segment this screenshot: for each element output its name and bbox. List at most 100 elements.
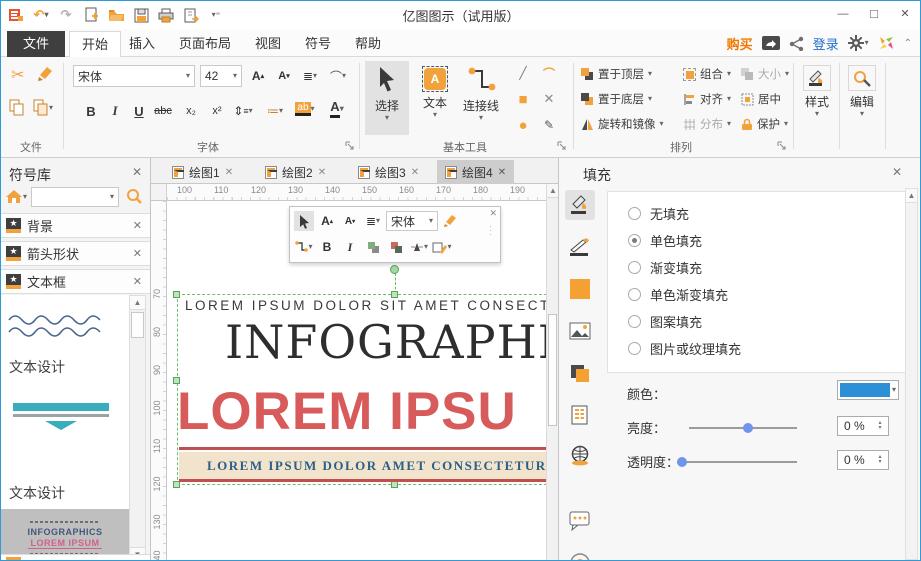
select-tool-button[interactable]: 选择 ▾ [365, 61, 409, 135]
transparency-slider-thumb[interactable] [677, 457, 687, 467]
art-subtitle-text[interactable]: LOREM IPSUM DOLOR SIT AMET CONSECTETU [185, 298, 546, 313]
radio-icon[interactable] [628, 207, 641, 220]
library-item-label[interactable]: 文本设计 [9, 483, 65, 503]
help-question-icon[interactable]: ? [565, 548, 595, 560]
rotate-mirror-button[interactable]: 旋转和镜像 ▾ [581, 115, 664, 133]
export-icon[interactable] [182, 6, 200, 24]
font-color-icon[interactable]: A ▾ [327, 99, 347, 119]
radio-icon-selected[interactable] [628, 234, 641, 247]
bring-to-front-button[interactable]: 置于顶层 ▾ [581, 65, 652, 83]
freeform-pen-icon[interactable]: ✎ [539, 115, 559, 135]
mini-align-icon[interactable]: ≣ ▾ [363, 211, 383, 231]
cut-icon[interactable]: ✂ [11, 65, 24, 85]
section-text-box[interactable]: ★ 文本框 ✕ [1, 269, 150, 294]
color-swatch-dropdown[interactable]: ▾ [837, 380, 899, 400]
style-button[interactable]: 样式 ▾ [797, 61, 837, 135]
mini-format-painter-icon[interactable] [441, 211, 461, 231]
ellipse-shape-icon[interactable]: ● [513, 115, 533, 135]
crossing-lines-icon[interactable]: ✕ [539, 89, 559, 109]
decrease-font-icon[interactable]: A ▾ [274, 66, 294, 86]
shape-copy-icon[interactable] [565, 358, 595, 388]
maximize-button[interactable]: □ [859, 1, 889, 27]
line-style-icon[interactable] [565, 232, 595, 262]
tab-close-icon[interactable]: ✕ [498, 167, 506, 178]
redo-icon[interactable]: ↷ [57, 6, 75, 24]
section-arrow-shapes[interactable]: ★ 箭头形状 ✕ [1, 241, 150, 266]
distribute-button[interactable]: 分布 ▾ [683, 115, 731, 133]
radio-icon[interactable] [628, 342, 641, 355]
highlight-color-icon[interactable]: ab ▾ [295, 99, 315, 119]
font-size-select[interactable]: 42 ▾ [200, 65, 242, 87]
share-icon[interactable] [789, 36, 804, 51]
tab-close-icon[interactable]: ✕ [411, 167, 419, 178]
arc-shape-icon[interactable]: ⌒ [539, 63, 559, 83]
qat-customize-icon[interactable]: ▾ ⁼ [207, 6, 225, 24]
line-shape-icon[interactable]: ╱ [513, 63, 533, 83]
mini-increase-font-icon[interactable]: A ▴ [317, 211, 337, 231]
rectangle-shape-icon[interactable]: ■ [513, 89, 533, 109]
brightness-slider[interactable] [689, 423, 797, 433]
mini-rotate-icon[interactable]: ▾ [409, 237, 429, 257]
radio-icon[interactable] [628, 261, 641, 274]
tab-drawing1[interactable]: 绘图1 ✕ [164, 160, 241, 184]
library-item-wavy-thumbnail[interactable] [7, 313, 111, 339]
tab-help[interactable]: 帮助 [343, 31, 393, 57]
size-button[interactable]: 大小 ▾ [741, 65, 789, 83]
mini-shape-style-icon[interactable]: ▾ [432, 237, 452, 257]
spinner-icon[interactable]: ▴ ▾ [874, 417, 886, 435]
mini-drag-dots[interactable]: ··· [486, 225, 496, 237]
art-beige-band[interactable]: LOREM IPSUM DOLOR AMET CONSECTETUR ADIPI [179, 452, 546, 482]
fill-option-pattern[interactable]: 图案填充 [628, 312, 702, 331]
font-name-select[interactable]: 宋体 ▾ [73, 65, 195, 87]
bold-icon[interactable]: B [81, 101, 101, 121]
increase-font-icon[interactable]: A ▴ [248, 66, 268, 86]
italic-icon[interactable]: I [105, 101, 125, 121]
mini-bold-icon[interactable]: B [317, 237, 337, 257]
scroll-up-icon[interactable]: ▲ [906, 189, 917, 203]
save-icon[interactable] [132, 6, 150, 24]
paste-icon[interactable]: ▾ [33, 99, 53, 116]
transparency-value-box[interactable]: 0 % ▴ ▾ [837, 450, 889, 470]
fill-option-single-gradient[interactable]: 单色渐变填充 [628, 285, 728, 304]
tab-drawing3[interactable]: 绘图3 ✕ [350, 160, 427, 184]
mini-bring-front-icon[interactable] [363, 237, 383, 257]
tab-drawing4[interactable]: 绘图4 ✕ [437, 160, 515, 184]
art-title-text[interactable]: INFOGRAPHICS [225, 315, 546, 369]
fill-option-none[interactable]: 无填充 [628, 204, 689, 223]
basic-tools-dialog-launcher-icon[interactable] [557, 141, 567, 151]
tab-symbols[interactable]: 符号 [293, 31, 343, 57]
mini-connector-icon[interactable]: ▾ [294, 237, 314, 257]
arrange-dialog-launcher-icon[interactable] [777, 141, 787, 151]
underline-icon[interactable]: U [129, 101, 149, 121]
line-spacing-icon[interactable]: ⇕ ≡ ▾ [233, 101, 253, 121]
selection-handle-bottomleft[interactable] [173, 481, 180, 488]
section-background[interactable]: ★ 背景 ✕ [1, 213, 150, 238]
fill-panel-close-icon[interactable]: ✕ [892, 165, 902, 179]
center-button[interactable]: 居中 [741, 90, 781, 108]
format-painter-icon[interactable] [37, 65, 55, 82]
tab-file[interactable]: 文件 [7, 31, 65, 57]
text-tool-button[interactable]: A 文本 ▾ [413, 61, 457, 135]
protect-button[interactable]: 保护 ▾ [741, 115, 788, 133]
export-share-icon[interactable] [761, 35, 780, 51]
section-close-icon[interactable]: ✕ [133, 247, 142, 260]
print-icon[interactable] [157, 6, 175, 24]
selection-handle-bottommid[interactable] [391, 481, 398, 488]
feedback-comment-icon[interactable] [565, 506, 595, 536]
spinner-icon[interactable]: ▴ ▾ [874, 451, 886, 469]
radio-icon[interactable] [628, 288, 641, 301]
group-button[interactable]: 组合 ▾ [683, 65, 731, 83]
fill-option-gradient[interactable]: 渐变填充 [628, 258, 702, 277]
tab-view[interactable]: 视图 [243, 31, 293, 57]
globe-icon[interactable] [565, 440, 595, 470]
strikethrough-icon[interactable]: abc [153, 101, 173, 121]
minimize-button[interactable]: — [828, 1, 858, 27]
image-fill-icon[interactable] [565, 316, 595, 346]
subscript-icon[interactable]: x₂ [181, 101, 201, 121]
font-dialog-launcher-icon[interactable] [345, 141, 355, 151]
tab-drawing2[interactable]: 绘图2 ✕ [257, 160, 334, 184]
brightness-slider-thumb[interactable] [743, 423, 753, 433]
transparency-slider[interactable] [677, 457, 797, 467]
selection-handle-topleft[interactable] [173, 291, 180, 298]
new-document-icon[interactable] [82, 6, 100, 24]
